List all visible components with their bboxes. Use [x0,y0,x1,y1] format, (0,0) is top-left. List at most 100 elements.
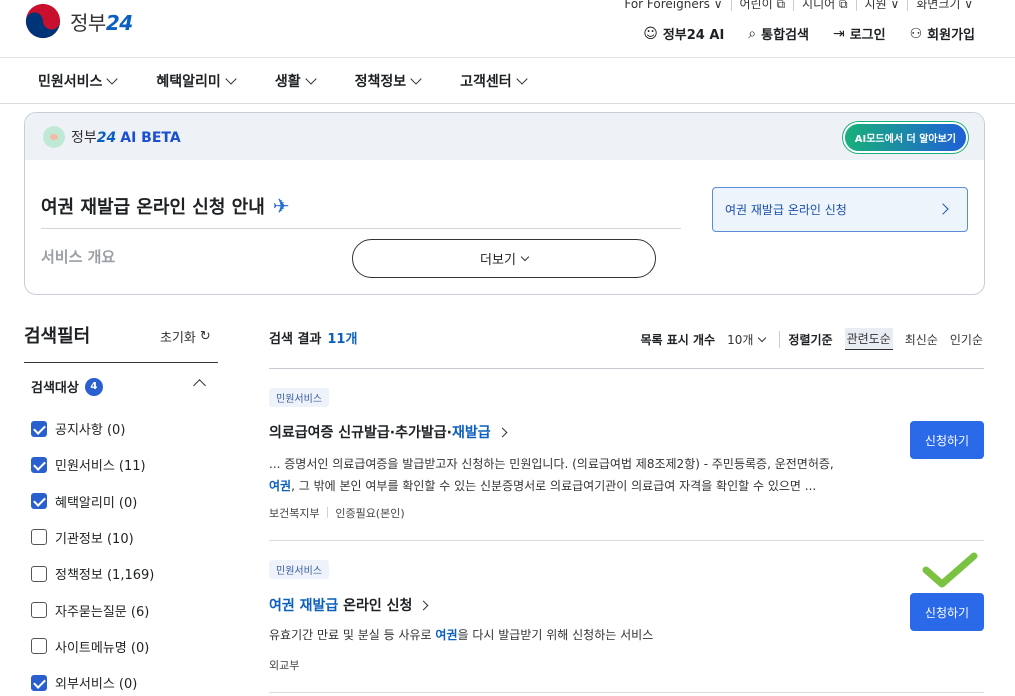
filter-checkbox-label: 민원서비스 (11) [55,459,146,475]
reset-button[interactable]: 초기화 ↻ [160,327,211,346]
sort-label: 정렬기준 [779,330,833,348]
chevron-down-icon [225,72,237,85]
util-support[interactable]: 지원 ∨ [855,0,908,11]
refresh-icon: ↻ [199,329,211,344]
result-auth: 인증필요(본인) [335,507,405,520]
util-kids[interactable]: 어린이 ⧉ [730,0,794,11]
chevron-down-icon [304,72,317,85]
result-divider [269,540,984,541]
ai-answer-box: 정부24 AI BETA AI모드에서 더 알아보기 여권 재발급 온라인 신청 … [24,112,985,295]
search-icon: ⌕ [748,25,757,42]
search-link[interactable]: ⌕ 통합검색 [748,24,809,44]
airplane-icon: ✈ [272,194,290,218]
apply-button[interactable]: 신청하기 [910,593,984,631]
ai-box-title: 정부24 AI BETA [71,129,181,146]
chevron-right-icon [497,427,508,437]
filter-checkbox-label: 공지사항 (0) [55,423,126,438]
filter-checkbox-label: 외부서비스 (0) [55,677,138,693]
global-nav-right: ☺ 정부24 AI ⌕ 통합검색 ⇥ 로그인 ⚇ 회원가입 [643,24,975,44]
filter-checkbox[interactable]: 공지사항 (0) [31,419,125,438]
util-font-size[interactable]: 화면크기 ∨ [907,0,981,11]
filter-checkbox[interactable]: 자주묻는질문 (6) [31,601,149,620]
result-meta: 외교부 [269,657,299,673]
chevron-down-icon [106,72,119,85]
sort-popular[interactable]: 인기순 [950,331,983,348]
checkmark-icon [922,552,978,588]
result-meta: 보건복지부 | 인증필요(본인) [269,505,405,520]
checkbox-unchecked-icon [31,529,47,546]
menu-benefits[interactable]: 혜택알리미 [156,71,237,91]
filter-title: 검색필터 [24,326,91,347]
result-tag: 민원서비스 [269,388,329,407]
logo-text: 정부24 [70,10,133,35]
chevron-up-icon[interactable] [193,379,206,392]
filter-checkbox-label: 정책정보 (1,169) [55,568,155,584]
ai-link[interactable]: ☺ 정부24 AI [643,24,724,44]
results-header: 검색 결과 11개 [269,332,358,347]
user-add-icon: ⚇ [909,25,923,42]
results-controls: 목록 표시 개수 10개 정렬기준 관련도순 최신순 인기순 [640,328,983,350]
more-button[interactable]: 더보기 [352,239,656,278]
util-senior[interactable]: 시니어 ⧉ [793,0,856,11]
chevron-down-icon [515,72,528,85]
chevron-down-icon [758,333,767,342]
menu-civil-service[interactable]: 민원서비스 [38,71,119,91]
checkbox-unchecked-icon [31,638,47,655]
sort-relevance[interactable]: 관련도순 [844,328,893,350]
target-count-badge: 4 [84,377,103,396]
result-title-link[interactable]: 의료급여증 신규발급·추가발급·재발급 [269,422,508,442]
utility-links: For Foreigners ∨ 어린이 ⧉ 시니어 ⧉ 지원 ∨ 화면크기 ∨ [616,0,981,11]
result-description: 유효기간 만료 및 분실 등 사유로 여권을 다시 발급받기 위해 신청하는 서… [269,628,654,642]
result-tag: 민원서비스 [269,560,329,579]
result-org: 보건복지부 [269,507,320,520]
chevron-down-icon [520,252,530,262]
checkbox-checked-icon [31,456,47,473]
login-icon: ⇥ [832,25,845,42]
ai-question: 여권 재발급 온라인 신청 안내 ✈ [41,193,681,229]
chevron-right-icon [418,600,429,610]
sort-latest[interactable]: 최신순 [905,331,938,348]
filter-divider [24,362,218,363]
login-link[interactable]: ⇥ 로그인 [832,24,886,44]
menu-life[interactable]: 생활 [275,71,317,91]
filter-checkbox[interactable]: 외부서비스 (0) [31,673,137,692]
per-page-label: 목록 표시 개수 [640,332,716,347]
passport-apply-link[interactable]: 여권 재발급 온라인 신청 [712,187,968,232]
ai-mode-button[interactable]: AI모드에서 더 알아보기 [844,124,966,151]
checkbox-unchecked-icon [31,565,47,582]
result-org: 외교부 [269,659,300,672]
menu-customer-center[interactable]: 고객센터 [460,71,528,91]
filter-checkbox-label: 사이트메뉴명 (0) [55,640,150,656]
ai-bunny-icon [43,125,65,148]
result-description: ... 증명서인 의료급여증을 발급받고자 신청하는 민원입니다. (의료급여법… [269,457,834,493]
filter-checkbox-label: 자주묻는질문 (6) [55,604,150,620]
per-page-select[interactable]: 10개 [727,331,767,348]
checkbox-checked-icon [31,674,47,691]
taegeuk-logo-icon [25,3,61,39]
apply-button[interactable]: 신청하기 [910,421,984,459]
filter-checkbox-label: 기관정보 (10) [55,531,134,547]
ai-bunny-icon: ☺ [643,25,658,42]
search-target-header[interactable]: 검색대상 4 [31,377,103,396]
result-divider [269,692,984,693]
filter-checkbox[interactable]: 민원서비스 (11) [31,455,146,474]
main-menu: 민원서비스 혜택알리미 생활 정책정보 고객센터 [0,57,1015,104]
checkbox-checked-icon [31,493,47,510]
menu-policy[interactable]: 정책정보 [355,71,422,91]
results-count: 11개 [327,332,358,347]
filter-checkbox[interactable]: 사이트메뉴명 (0) [31,637,149,656]
checkbox-unchecked-icon [31,602,47,618]
service-overview-label: 서비스 개요 [41,248,116,266]
filter-checkbox-label: 혜택알리미 (0) [55,495,138,511]
chevron-down-icon [410,72,422,85]
util-foreigners[interactable]: For Foreigners ∨ [616,0,730,11]
filter-checkbox[interactable]: 혜택알리미 (0) [31,492,137,511]
results-divider [269,368,984,369]
result-title-link[interactable]: 여권 재발급 온라인 신청 [269,595,429,615]
site-logo[interactable]: 정부24 [24,2,133,40]
chevron-right-icon [937,203,949,215]
signup-link[interactable]: ⚇ 회원가입 [909,24,975,44]
filter-checkbox[interactable]: 기관정보 (10) [31,528,134,547]
filter-checkbox[interactable]: 정책정보 (1,169) [31,564,154,583]
ai-box-header: 정부24 AI BETA AI모드에서 더 알아보기 [25,113,984,160]
